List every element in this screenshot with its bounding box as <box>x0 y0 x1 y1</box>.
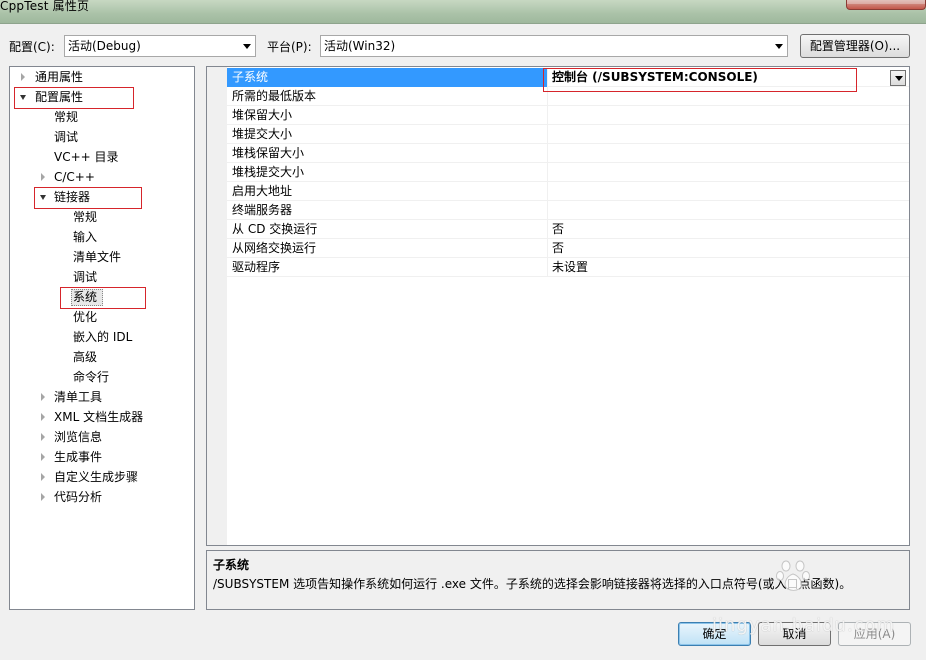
collapse-arrow-icon[interactable] <box>40 195 46 200</box>
tree-item[interactable]: 嵌入的 IDL <box>73 328 132 346</box>
property-tree[interactable]: 通用属性 配置属性 常规 调试 VC++ 目录 C/C++ 链接器 常规 输入 清单文件 调试 系统优… <box>9 66 195 610</box>
column-divider <box>547 68 548 87</box>
tree-item[interactable]: 自定义生成步骤 <box>54 468 138 486</box>
platform-value: 活动(Win32) <box>324 39 396 53</box>
property-row[interactable]: 堆提交大小 <box>227 125 909 144</box>
expand-arrow-icon[interactable] <box>41 493 45 501</box>
column-divider <box>547 125 548 144</box>
close-button[interactable] <box>846 0 926 10</box>
value-dropdown-button[interactable] <box>890 70 906 86</box>
tree-item[interactable]: 生成事件 <box>54 448 102 466</box>
property-name: 从 CD 交换运行 <box>232 222 318 236</box>
grid-margin <box>207 67 227 545</box>
chevron-down-icon <box>775 44 783 49</box>
column-divider <box>547 144 548 163</box>
tree-item[interactable]: 调试 <box>73 268 97 286</box>
tree-item[interactable]: C/C++ <box>54 168 95 186</box>
tree-item[interactable]: XML 文档生成器 <box>54 408 143 426</box>
property-name: 从网络交换运行 <box>232 241 317 255</box>
tree-item[interactable]: 高级 <box>73 348 97 366</box>
description-text: /SUBSYSTEM 选项告知操作系统如何运行 .exe 文件。子系统的选择会影… <box>213 577 852 591</box>
property-row[interactable]: 堆栈保留大小 <box>227 144 909 163</box>
property-name: 堆提交大小 <box>232 127 293 141</box>
property-name: 子系统 <box>232 70 269 84</box>
expand-arrow-icon[interactable] <box>41 173 45 181</box>
expand-arrow-icon[interactable] <box>21 73 25 81</box>
property-row[interactable]: 从 CD 交换运行 否 <box>227 220 909 239</box>
description-title: 子系统 <box>213 558 250 572</box>
tree-item[interactable]: 清单工具 <box>54 388 102 406</box>
property-row[interactable]: 堆栈提交大小 <box>227 163 909 182</box>
property-row[interactable]: 终端服务器 <box>227 201 909 220</box>
column-divider <box>547 106 548 125</box>
property-row[interactable]: 从网络交换运行 否 <box>227 239 909 258</box>
column-divider <box>547 201 548 220</box>
tree-item[interactable]: 代码分析 <box>54 488 102 506</box>
property-name: 所需的最低版本 <box>232 89 317 103</box>
property-row[interactable]: 驱动程序 未设置 <box>227 258 909 277</box>
expand-arrow-icon[interactable] <box>41 453 45 461</box>
property-name: 堆栈提交大小 <box>232 165 305 179</box>
property-name: 堆保留大小 <box>232 108 293 122</box>
platform-select[interactable]: 活动(Win32) <box>320 35 788 57</box>
property-value[interactable]: 否 <box>552 239 564 258</box>
tree-item[interactable]: 命令行 <box>73 368 109 386</box>
property-value[interactable]: 控制台 (/SUBSYSTEM:CONSOLE) <box>552 68 758 87</box>
column-divider <box>547 87 548 106</box>
property-value[interactable]: 否 <box>552 220 564 239</box>
property-value[interactable]: 未设置 <box>552 258 588 277</box>
column-divider <box>547 258 548 277</box>
tree-item[interactable]: 优化 <box>73 308 97 326</box>
platform-label: 平台(P): <box>267 40 312 54</box>
config-manager-button[interactable]: 配置管理器(O)... <box>800 34 910 58</box>
tree-item[interactable]: 输入 <box>73 228 97 246</box>
column-divider <box>547 182 548 201</box>
baidu-paw-logo <box>776 560 810 591</box>
property-row[interactable]: 堆保留大小 <box>227 106 909 125</box>
tree-item[interactable]: 系统 <box>73 288 97 306</box>
tree-item[interactable]: VC++ 目录 <box>54 148 119 166</box>
expand-arrow-icon[interactable] <box>41 473 45 481</box>
column-divider <box>547 220 548 239</box>
tree-item[interactable]: 配置属性 <box>35 88 83 106</box>
selected-name-cell <box>227 68 547 87</box>
expand-arrow-icon[interactable] <box>41 393 45 401</box>
window-title: CppTest 属性页 <box>0 0 90 13</box>
column-divider <box>547 163 548 182</box>
tree-item[interactable]: 清单文件 <box>73 248 121 266</box>
config-value: 活动(Debug) <box>68 39 141 53</box>
tree-item[interactable]: 浏览信息 <box>54 428 102 446</box>
tree-item[interactable]: 链接器 <box>54 188 90 206</box>
expand-arrow-icon[interactable] <box>41 413 45 421</box>
tree-item[interactable]: 调试 <box>54 128 78 146</box>
tree-item[interactable]: 常规 <box>54 108 78 126</box>
collapse-arrow-icon[interactable] <box>20 95 26 100</box>
property-name: 终端服务器 <box>232 203 293 217</box>
property-name: 驱动程序 <box>232 260 281 274</box>
chevron-down-icon <box>895 76 903 81</box>
config-select[interactable]: 活动(Debug) <box>64 35 256 57</box>
property-row[interactable]: 所需的最低版本 <box>227 87 909 106</box>
chevron-down-icon <box>243 44 251 49</box>
watermark-text: jingyan.baidu.com <box>712 615 896 636</box>
property-row[interactable]: 子系统 控制台 (/SUBSYSTEM:CONSOLE) <box>227 68 909 87</box>
tree-item[interactable]: 通用属性 <box>35 68 83 86</box>
column-divider <box>547 239 548 258</box>
property-grid[interactable]: 子系统 控制台 (/SUBSYSTEM:CONSOLE) 所需的最低版本 堆保留大小堆… <box>206 66 910 546</box>
property-row[interactable]: 启用大地址 <box>227 182 909 201</box>
config-label: 配置(C): <box>9 40 55 54</box>
expand-arrow-icon[interactable] <box>41 433 45 441</box>
title-bar: CppTest 属性页 <box>0 0 926 24</box>
property-name: 启用大地址 <box>232 184 293 198</box>
property-name: 堆栈保留大小 <box>232 146 305 160</box>
tree-item[interactable]: 常规 <box>73 208 97 226</box>
